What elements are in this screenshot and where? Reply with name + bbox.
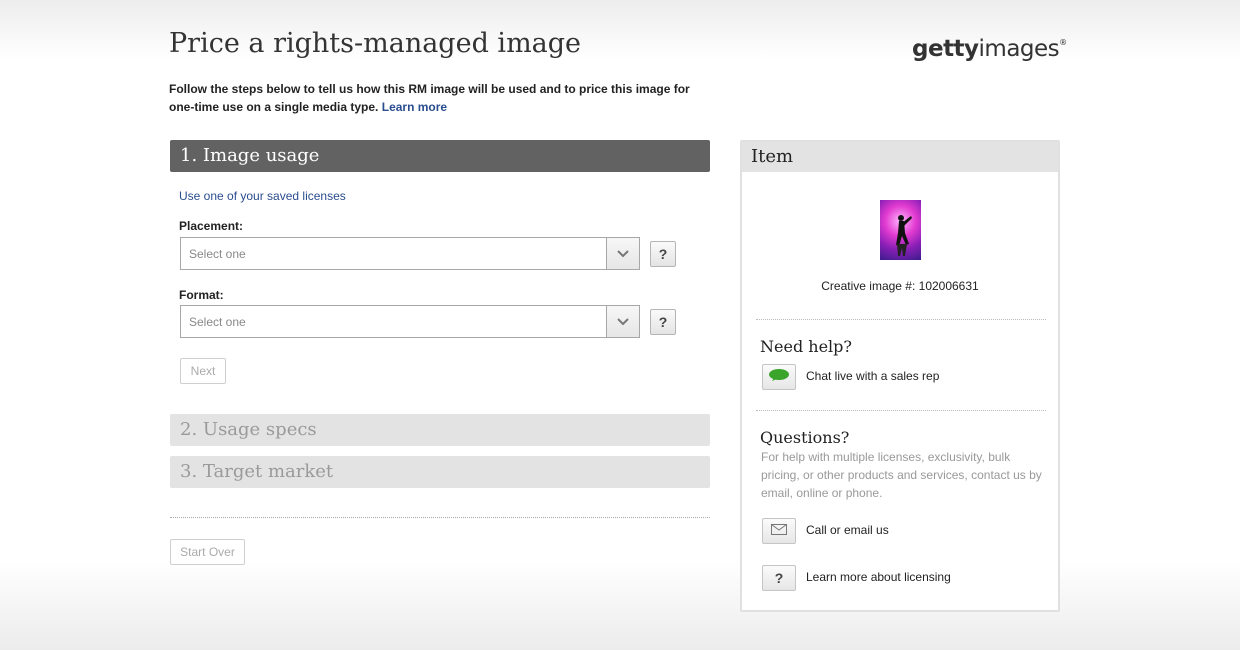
logo-registered-mark: ®: [1059, 38, 1067, 47]
panel-divider: [756, 410, 1046, 411]
questions-heading: Questions?: [760, 428, 850, 447]
step-target-market-header[interactable]: 3. Target market: [170, 456, 710, 488]
chat-link[interactable]: Chat live with a sales rep: [806, 369, 939, 383]
divider: [170, 517, 710, 518]
chat-bubble-icon: [768, 368, 790, 387]
need-help-heading: Need help?: [760, 337, 852, 356]
gettyimages-logo[interactable]: gettyimages®: [912, 36, 1067, 62]
step-image-usage-header[interactable]: 1. Image usage: [170, 140, 710, 172]
saved-licenses-link[interactable]: Use one of your saved licenses: [179, 189, 346, 203]
placement-select[interactable]: Select one: [180, 237, 640, 270]
chevron-down-icon[interactable]: [606, 238, 639, 269]
learn-more-link[interactable]: Learn more: [382, 100, 447, 114]
format-label: Format:: [179, 288, 224, 302]
questions-text: For help with multiple licenses, exclusi…: [761, 450, 1042, 500]
format-help-button[interactable]: ?: [650, 309, 676, 335]
start-over-button[interactable]: Start Over: [170, 539, 245, 565]
step-usage-specs-header[interactable]: 2. Usage specs: [170, 414, 710, 446]
call-email-link[interactable]: Call or email us: [806, 523, 889, 537]
licensing-link[interactable]: Learn more about licensing: [806, 570, 951, 584]
item-panel: Item Creative image #: 102006631 Need he…: [740, 140, 1060, 612]
email-button[interactable]: [762, 518, 796, 544]
page-title: Price a rights-managed image: [169, 28, 582, 59]
placement-select-value: Select one: [189, 246, 246, 261]
licensing-help-button[interactable]: ?: [762, 565, 796, 591]
image-caption: Creative image #: 102006631: [821, 279, 979, 293]
format-select[interactable]: Select one: [180, 305, 640, 338]
chat-button[interactable]: [762, 364, 796, 390]
logo-rest-text: images: [978, 36, 1060, 62]
item-panel-header: Item: [742, 142, 1058, 172]
placement-help-button[interactable]: ?: [650, 241, 676, 267]
placement-label: Placement:: [179, 219, 244, 233]
performer-silhouette: [896, 215, 912, 256]
logo-bold-text: getty: [912, 36, 979, 62]
image-thumbnail[interactable]: [880, 200, 921, 260]
format-select-value: Select one: [189, 314, 246, 329]
envelope-icon: [771, 522, 787, 540]
panel-divider: [756, 319, 1046, 320]
intro-text: Follow the steps below to tell us how th…: [169, 80, 699, 116]
next-button[interactable]: Next: [180, 358, 226, 384]
chevron-down-icon[interactable]: [606, 306, 639, 337]
